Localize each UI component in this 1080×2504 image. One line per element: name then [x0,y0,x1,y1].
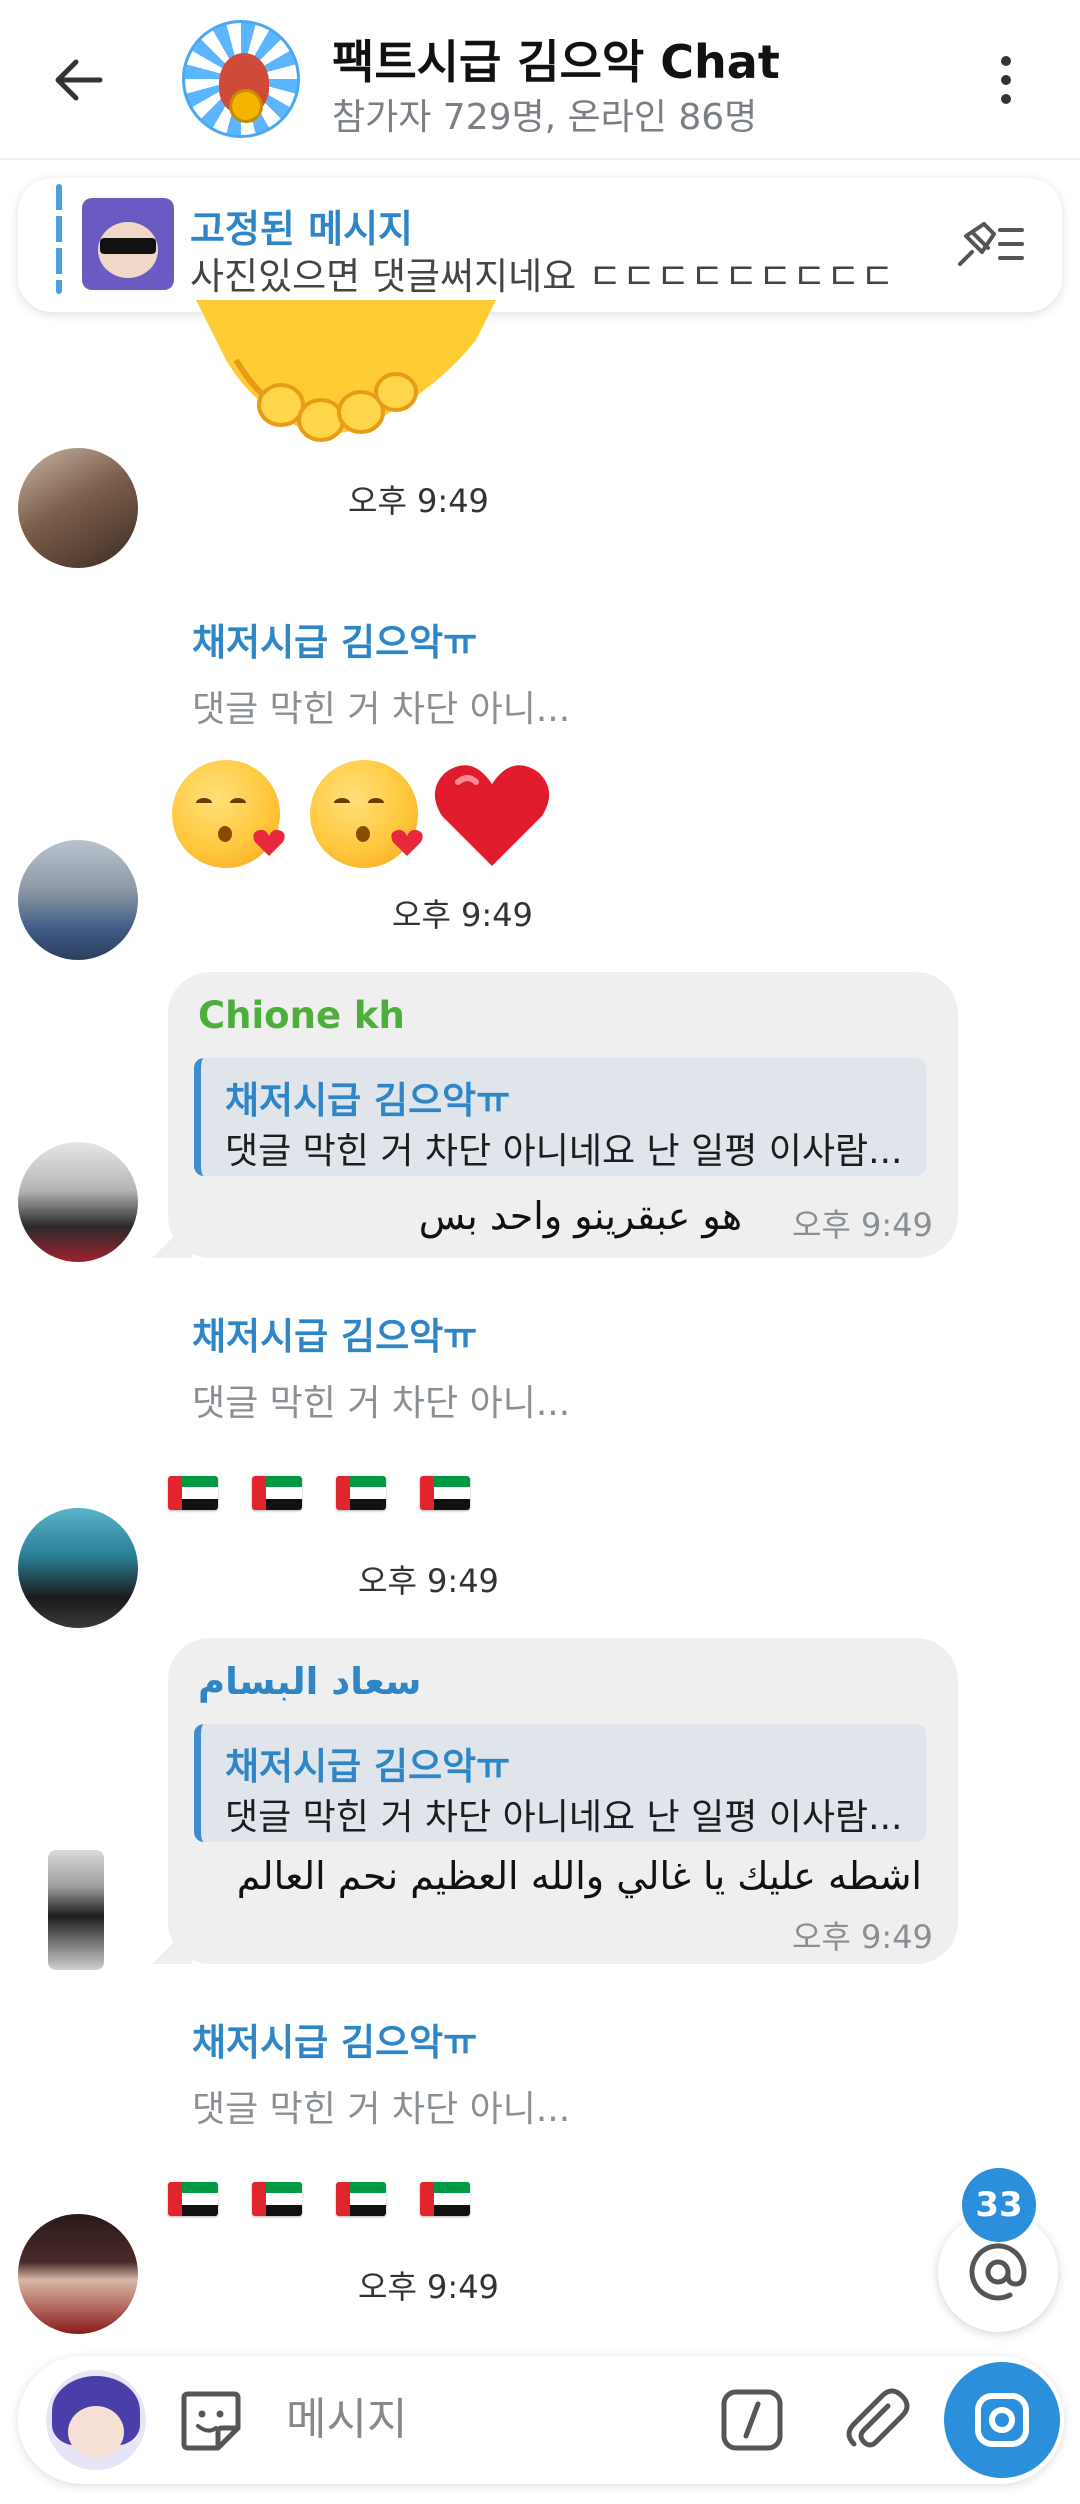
uae-flag-emoji [252,2182,302,2216]
pinned-indicator [56,184,62,294]
quoted-message[interactable]: 채저시급 김으악ㅠ 댓글 막힌 거 차단 아니네요 난 일평 이사람... [194,1058,926,1176]
bitcoin-icon [229,89,263,123]
sender-avatar[interactable] [18,840,138,960]
at-sign-icon [969,2243,1027,2301]
pinned-text: 사진있으면 댓글써지네요 ㄷㄷㄷㄷㄷㄷㄷㄷㄷ [190,255,895,298]
paperclip-icon[interactable] [840,2384,912,2456]
emoji-message[interactable] [172,760,552,870]
sticker-icon[interactable] [178,2388,244,2454]
pin-list-icon[interactable] [952,214,1028,274]
emoji-message[interactable] [168,2182,470,2216]
handshake-sticker[interactable] [196,300,506,450]
quoted-sender: 채저시급 김으악ㅠ [225,1745,511,1788]
reply-header[interactable]: 채저시급 김으악ㅠ 댓글 막힌 거 차단 아니... [192,2012,570,2132]
emoji-message[interactable] [168,1476,470,1510]
message-text: هو عبقرينو واحد بس [418,1194,742,1238]
reply-snippet: 댓글 막힌 거 차단 아니... [192,689,571,730]
message-bubble[interactable]: سعاد البسام 채저시급 김으악ㅠ 댓글 막힌 거 차단 아니네요 난 … [152,1638,958,1964]
uae-flag-emoji [420,1476,470,1510]
chat-title[interactable]: 팩트시급 김으악 Chat [332,26,780,92]
bubble-tail [152,1924,192,1964]
chat-header: 팩트시급 김으악 Chat 참가자 729명, 온라인 86명 [0,0,1080,160]
quoted-message[interactable]: 채저시급 김으악ㅠ 댓글 막힌 거 차단 아니네요 난 일평 이사람... [194,1724,926,1842]
pinned-thumbnail [82,198,174,290]
reply-snippet: 댓글 막힌 거 차단 아니... [192,1383,571,1424]
message-time: 오후 9:49 [792,1206,933,1244]
message-input[interactable] [286,2384,686,2454]
mentions-count-badge[interactable]: 33 [962,2168,1036,2242]
quoted-text: 댓글 막힌 거 차단 아니네요 난 일평 이사람... [225,1797,903,1838]
uae-flag-emoji [336,2182,386,2216]
quoted-text: 댓글 막힌 거 차단 아니네요 난 일평 이사람... [225,1131,903,1172]
bot-command-icon[interactable] [720,2388,784,2452]
message-text: اشطه عليك يا غالي والله العظيم نحم العال… [236,1854,922,1898]
sender-avatar[interactable] [18,1142,138,1262]
sender-name[interactable]: سعاد البسام [198,1660,421,1703]
send-as-avatar[interactable] [46,2370,146,2470]
quoted-sender: 채저시급 김으악ㅠ [225,1079,511,1122]
reply-snippet: 댓글 막힌 거 차단 아니... [192,2089,571,2130]
camera-button[interactable] [944,2362,1060,2478]
more-options-icon[interactable] [986,50,1026,110]
reply-sender-name: 채저시급 김으악ㅠ [192,2021,478,2064]
message-composer [18,2356,1064,2484]
back-arrow-icon[interactable] [40,45,116,115]
message-time: 오후 9:49 [358,2268,499,2306]
sender-avatar[interactable] [18,2214,138,2334]
kissing-heart-emoji [310,760,423,868]
red-heart-emoji [434,765,550,866]
sender-name[interactable]: Chione kh [198,994,405,1037]
uae-flag-emoji [420,2182,470,2216]
reply-header[interactable]: 채저시급 김으악ㅠ 댓글 막힌 거 차단 아니... [192,1306,570,1426]
reply-sender-name: 채저시급 김으악ㅠ [192,1315,478,1358]
uae-flag-emoji [168,1476,218,1510]
sender-avatar[interactable] [18,448,138,568]
chat-member-count: 참가자 729명, 온라인 86명 [332,97,758,138]
uae-flag-emoji [168,2182,218,2216]
message-bubble[interactable]: Chione kh 채저시급 김으악ㅠ 댓글 막힌 거 차단 아니네요 난 일평… [152,972,958,1258]
reply-header[interactable]: 채저시급 김으악ㅠ 댓글 막힌 거 차단 아니... [192,612,570,732]
uae-flag-emoji [336,1476,386,1510]
message-time: 오후 9:49 [792,1918,933,1956]
message-time: 오후 9:49 [348,482,489,520]
kissing-heart-emoji [172,760,285,868]
pinned-title: 고정된 메시지 [190,207,413,251]
bubble-tail [152,1218,192,1258]
sender-avatar[interactable] [18,1508,138,1628]
pinned-message-bar[interactable]: 고정된 메시지 사진있으면 댓글써지네요 ㄷㄷㄷㄷㄷㄷㄷㄷㄷ [18,178,1062,312]
message-time: 오후 9:49 [392,896,533,934]
sender-avatar[interactable] [48,1850,104,1970]
uae-flag-emoji [252,1476,302,1510]
camera-icon [975,2393,1029,2447]
reply-sender-name: 채저시급 김으악ㅠ [192,621,478,664]
chat-avatar[interactable] [182,20,300,138]
message-time: 오후 9:49 [358,1562,499,1600]
